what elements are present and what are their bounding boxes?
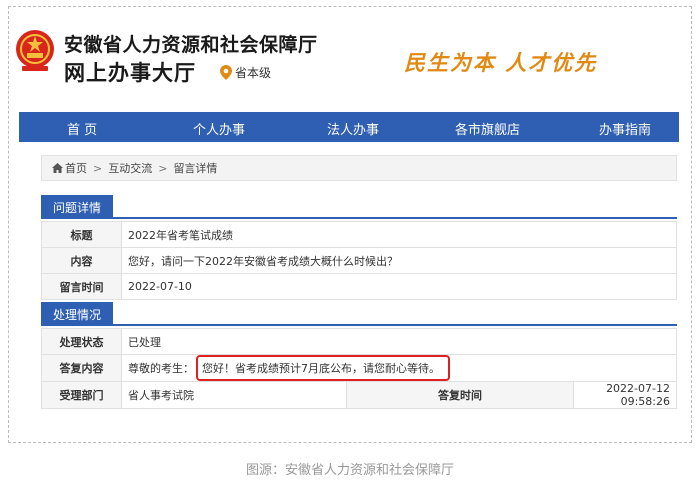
location-pin-icon	[220, 65, 232, 80]
nav-item-guide[interactable]: 办事指南	[599, 119, 651, 138]
handling-section-header: 处理情况	[41, 302, 677, 326]
title-label: 标题	[41, 221, 122, 248]
breadcrumb-separator: >	[158, 161, 168, 175]
breadcrumb-home-label: 首页	[65, 162, 87, 175]
department-value: 省人事考试院	[121, 381, 347, 409]
breadcrumb-separator: >	[93, 161, 103, 175]
main-nav: 首 页 个人办事 法人办事 各市旗舰店 办事指南	[19, 112, 679, 142]
nav-item-city-stores[interactable]: 各市旗舰店	[455, 119, 520, 138]
nav-item-personal[interactable]: 个人办事	[193, 119, 245, 138]
site-subtitle: 网上办事大厅	[64, 61, 196, 85]
breadcrumb: 首页 > 互动交流 > 留言详情	[41, 155, 677, 181]
handling-table: 处理状态 已处理 答复内容 尊敬的考生： 您好！省考成绩预计7月底公布，请您耐心等…	[41, 328, 677, 409]
question-section-title: 问题详情	[41, 195, 113, 219]
department-label: 受理部门	[41, 381, 122, 409]
image-caption: 图源：安徽省人力资源和社会保障厅	[245, 463, 454, 478]
reply-greeting: 尊敬的考生：	[128, 362, 194, 375]
breadcrumb-interaction[interactable]: 互动交流	[108, 160, 152, 176]
question-section-header: 问题详情	[41, 195, 677, 219]
reply-time-label: 答复时间	[346, 381, 574, 409]
reply-time-value: 2022-07-12 09:58:26	[573, 381, 677, 409]
nav-item-home[interactable]: 首 页	[67, 119, 97, 138]
status-value: 已处理	[121, 328, 677, 355]
breadcrumb-current: 留言详情	[173, 162, 218, 175]
table-row: 内容 您好，请问一下2022年安徽省考成绩大概什么时候出？	[41, 247, 677, 274]
region-label: 省本级	[235, 66, 272, 80]
status-label: 处理状态	[41, 328, 122, 355]
reply-label: 答复内容	[41, 354, 122, 382]
question-table: 标题 2022年省考笔试成绩 内容 您好，请问一下2022年安徽省考成绩大概什么…	[41, 221, 677, 300]
message-time-value: 2022-07-10	[121, 273, 677, 300]
content-label: 内容	[41, 247, 122, 274]
handling-section-title: 处理情况	[41, 302, 113, 326]
table-row: 受理部门 省人事考试院 答复时间 2022-07-12 09:58:26	[41, 381, 677, 409]
home-icon	[52, 163, 63, 173]
site-title: 安徽省人力资源和社会保障厅	[64, 34, 318, 56]
breadcrumb-home[interactable]: 首页	[52, 160, 87, 176]
table-row: 答复内容 尊敬的考生： 您好！省考成绩预计7月底公布，请您耐心等待。	[41, 354, 677, 382]
region-selector[interactable]: 省本级	[220, 64, 271, 81]
reply-text: 您好！省考成绩预计7月底公布，请您耐心等待。	[202, 362, 440, 375]
national-emblem-icon	[16, 30, 54, 71]
table-row: 留言时间 2022-07-10	[41, 273, 677, 300]
table-row: 标题 2022年省考笔试成绩	[41, 221, 677, 248]
content-value: 您好，请问一下2022年安徽省考成绩大概什么时候出？	[121, 247, 677, 274]
slogan: 民生为本 人才优先	[404, 50, 598, 75]
message-time-label: 留言时间	[41, 273, 122, 300]
nav-item-legal-entity[interactable]: 法人办事	[327, 119, 379, 138]
title-value: 2022年省考笔试成绩	[121, 221, 677, 248]
reply-content: 尊敬的考生： 您好！省考成绩预计7月底公布，请您耐心等待。	[121, 354, 677, 382]
table-row: 处理状态 已处理	[41, 328, 677, 355]
reply-highlight-box: 您好！省考成绩预计7月底公布，请您耐心等待。	[196, 355, 450, 381]
